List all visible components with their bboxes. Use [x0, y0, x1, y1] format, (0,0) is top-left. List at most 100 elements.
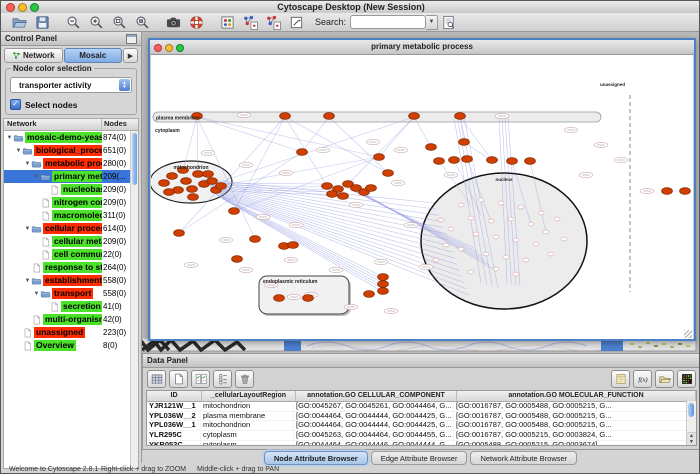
tree-row[interactable]: nucleobase-c209(0) [4, 183, 138, 196]
tree-row[interactable]: cell communicat22(0) [4, 248, 138, 261]
gene-node-small[interactable] [443, 243, 449, 247]
tree-row[interactable]: secretion41(0) [4, 300, 138, 313]
copy-network-1-button[interactable] [240, 14, 261, 31]
tree-row[interactable]: ▼primary metabolic209(... [4, 170, 138, 183]
gene-node-small[interactable] [538, 211, 544, 215]
tree-scrollbar-thumb[interactable] [132, 133, 137, 185]
disclosure-triangle-icon[interactable]: ▼ [33, 174, 40, 180]
gene-node-small[interactable] [528, 222, 534, 226]
open-file-button[interactable] [9, 14, 30, 31]
gene-node[interactable] [159, 180, 170, 187]
table-row[interactable]: YLR295Ccytoplasm[GO:0045263, GO:0044464,… [147, 431, 696, 441]
gene-node-small[interactable] [554, 217, 560, 221]
gene-node[interactable] [426, 144, 437, 151]
gene-node[interactable] [274, 295, 285, 302]
zoom-fit-button[interactable] [109, 14, 130, 31]
select-attributes-button[interactable] [191, 370, 210, 388]
gene-node[interactable] [364, 291, 375, 298]
attribute-table-button[interactable] [147, 370, 166, 388]
gene-node[interactable] [229, 208, 240, 215]
gene-node[interactable] [383, 170, 394, 177]
gene-node[interactable] [187, 186, 198, 193]
table-row[interactable]: YPL036W__1mitochondrion[GO:0044464, GO:0… [147, 421, 696, 431]
search-document-button[interactable] [438, 14, 459, 31]
network-canvas-svg[interactable]: plasma membranecytoplasmmitochondrionnuc… [151, 55, 693, 339]
attribute-list-button[interactable] [213, 370, 232, 388]
tree-row[interactable]: nitrogen compo209(0) [4, 196, 138, 209]
gene-node[interactable] [232, 256, 243, 263]
gene-node-small[interactable] [561, 237, 567, 241]
gene-node-small[interactable] [513, 238, 519, 242]
disclosure-triangle-icon[interactable]: ▼ [6, 135, 13, 141]
gene-node-small[interactable] [473, 232, 479, 236]
gene-node-small[interactable] [523, 258, 529, 262]
gene-node-small[interactable] [543, 230, 549, 234]
gene-node[interactable] [288, 242, 299, 249]
zoom-selected-button[interactable] [132, 14, 153, 31]
gene-node[interactable] [193, 171, 204, 178]
tab-node-attribute-browser[interactable]: Node Attribute Browser [264, 451, 368, 465]
gene-node-small[interactable] [513, 272, 519, 276]
new-attribute-button[interactable] [169, 370, 188, 388]
tree-row[interactable]: ▼biological_process651(0) [4, 144, 138, 157]
gene-node[interactable] [280, 113, 291, 120]
tabs-overflow-arrow[interactable]: ▶ [123, 48, 138, 63]
tree-row[interactable]: Overview8(0) [4, 339, 138, 352]
gene-node-small[interactable] [498, 201, 504, 205]
tab-edge-attribute-browser[interactable]: Edge Attribute Browser [371, 451, 468, 465]
gene-node-small[interactable] [433, 258, 439, 262]
select-nodes-checkbox[interactable]: ✓ [10, 99, 21, 110]
gene-node-small[interactable] [488, 219, 494, 223]
gene-node-small[interactable] [458, 247, 464, 251]
gene-node[interactable] [164, 189, 175, 196]
gene-node[interactable] [455, 113, 466, 120]
gene-node[interactable] [662, 188, 673, 195]
help-button[interactable] [186, 14, 207, 31]
disclosure-triangle-icon[interactable]: ▼ [24, 226, 31, 232]
gene-node-small[interactable] [458, 203, 464, 207]
tab-network-attribute-browser[interactable]: Network Attribute Browser [470, 451, 577, 465]
plasma-membrane-region[interactable] [153, 112, 601, 122]
gene-node[interactable] [338, 193, 349, 200]
search-dropdown-arrow[interactable]: ▼ [426, 15, 438, 30]
zoom-out-button[interactable] [63, 14, 84, 31]
gene-node-small[interactable] [533, 242, 539, 246]
tab-network[interactable]: Network [4, 48, 63, 63]
gene-node[interactable] [680, 188, 691, 195]
tree-row[interactable]: ▼mosaic-demo-yeast874(0) [4, 131, 138, 144]
heatmap-button[interactable] [677, 370, 696, 388]
delete-attribute-button[interactable] [235, 370, 254, 388]
gene-node[interactable] [449, 157, 460, 164]
table-scroll-arrows-icon[interactable]: ▲▼ [687, 432, 696, 445]
search-input[interactable] [350, 15, 426, 29]
node-color-dropdown[interactable]: transporter activity ▲▼ [10, 77, 132, 93]
gene-node[interactable] [525, 158, 536, 165]
snapshot-button[interactable] [163, 14, 184, 31]
gene-node[interactable] [322, 183, 333, 190]
gene-node[interactable] [174, 230, 185, 237]
gene-node[interactable] [207, 178, 218, 185]
tree-scrollbar[interactable] [130, 131, 138, 468]
gene-node-small[interactable] [468, 270, 474, 274]
gene-node[interactable] [216, 183, 227, 190]
copy-network-2-button[interactable] [263, 14, 284, 31]
tree-row[interactable]: ▼metabolic process280(0) [4, 157, 138, 170]
disclosure-triangle-icon[interactable]: ▼ [15, 148, 22, 154]
gene-node-small[interactable] [438, 218, 444, 222]
table-scrollbar-thumb[interactable] [688, 403, 694, 417]
vizmapper-button[interactable] [217, 14, 238, 31]
gene-node-small[interactable] [503, 255, 509, 259]
gene-node[interactable] [250, 236, 261, 243]
gene-node[interactable] [462, 156, 473, 163]
tree-row[interactable]: unassigned223(0) [4, 326, 138, 339]
gene-node[interactable] [374, 154, 385, 161]
gene-node-small[interactable] [448, 227, 454, 231]
gene-node[interactable] [378, 274, 389, 281]
import-attributes-button[interactable] [655, 370, 674, 388]
gene-node[interactable] [459, 139, 470, 146]
column-header[interactable]: annotation.GO MOLECULAR_FUNCTION [457, 391, 696, 401]
tree-row[interactable]: ▼cellular process614(0) [4, 222, 138, 235]
tree-row[interactable]: cellular metabo209(0) [4, 235, 138, 248]
column-header[interactable]: ID [147, 391, 202, 401]
function-builder-button[interactable]: f(x) [633, 370, 652, 388]
